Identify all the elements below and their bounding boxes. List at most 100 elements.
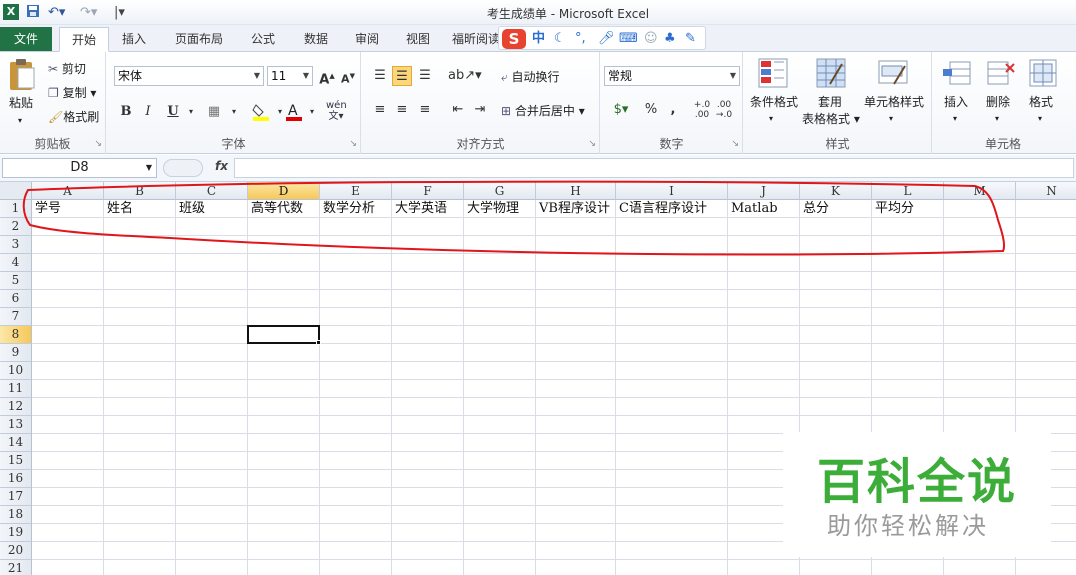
increase-indent-icon[interactable]: ⇥ (470, 100, 490, 120)
fill-handle[interactable] (316, 340, 321, 345)
insert-button[interactable]: 插入 (944, 94, 968, 110)
font-color-icon[interactable]: A (284, 102, 304, 122)
insert-cells-icon[interactable] (942, 58, 972, 91)
grow-font-icon[interactable]: A▲ (317, 66, 337, 87)
number-format-select[interactable]: 常规 ▼ (604, 66, 740, 86)
format-as-table-button[interactable]: 表格格式 ▾ (802, 111, 860, 127)
orientation-icon[interactable]: ab↗▾ (448, 66, 482, 86)
cell-styles-dropdown-icon[interactable]: ▾ (889, 111, 893, 127)
select-all-corner[interactable] (0, 182, 32, 200)
cell-e1[interactable]: 数学分析 (320, 200, 375, 218)
column-header-e[interactable]: E (320, 182, 392, 200)
row-header-9[interactable]: 9 (0, 344, 32, 362)
wrap-text-button[interactable]: ⤶ 自动换行 (501, 69, 560, 85)
align-top-icon[interactable]: ☰ (370, 66, 390, 86)
merge-center-button[interactable]: ⊞ 合并后居中 ▾ (501, 103, 585, 119)
conditional-format-icon[interactable] (758, 58, 788, 91)
row-header-7[interactable]: 7 (0, 308, 32, 326)
cell-styles-button[interactable]: 单元格样式 (864, 94, 924, 110)
delete-cells-icon[interactable] (986, 58, 1016, 91)
tab-file[interactable]: 文件 (0, 27, 52, 51)
cut-button[interactable]: ✂ 剪切 (48, 61, 86, 77)
font-color-dropdown-icon[interactable]: ▾ (302, 102, 322, 122)
row-header-18[interactable]: 18 (0, 506, 32, 524)
conditional-format-dropdown-icon[interactable]: ▾ (769, 111, 773, 127)
row-header-4[interactable]: 4 (0, 254, 32, 272)
percent-button[interactable]: % (641, 100, 661, 120)
cell-b1[interactable]: 姓名 (104, 200, 133, 218)
row-header-1[interactable]: 1 (0, 200, 32, 218)
format-as-table-icon[interactable] (816, 58, 846, 91)
cell-f1[interactable]: 大学英语 (392, 200, 447, 218)
tab-review[interactable]: 审阅 (347, 27, 387, 52)
borders-icon[interactable]: ▦ (204, 102, 224, 122)
row-header-6[interactable]: 6 (0, 290, 32, 308)
format-button[interactable]: 格式 (1029, 94, 1053, 110)
borders-dropdown-icon[interactable]: ▾ (224, 102, 244, 122)
cell-l1[interactable]: 平均分 (872, 200, 914, 218)
tab-home[interactable]: 开始 (59, 27, 109, 52)
moon-icon[interactable]: ☾ (554, 30, 566, 48)
column-header-a[interactable]: A (32, 182, 104, 200)
column-header-d[interactable]: D (248, 182, 320, 200)
insert-dropdown-icon[interactable]: ▾ (953, 111, 957, 127)
column-header-m[interactable]: M (944, 182, 1016, 200)
keyboard-icon[interactable]: ⌨ (619, 30, 638, 48)
column-header-l[interactable]: L (872, 182, 944, 200)
formula-input[interactable] (234, 158, 1074, 178)
row-header-17[interactable]: 17 (0, 488, 32, 506)
cell-g1[interactable]: 大学物理 (464, 200, 519, 218)
row-header-14[interactable]: 14 (0, 434, 32, 452)
underline-button[interactable]: U (163, 102, 183, 122)
format-dropdown-icon[interactable]: ▾ (1038, 111, 1042, 127)
cell-j1[interactable]: Matlab (728, 200, 778, 218)
delete-button[interactable]: 删除 (986, 94, 1010, 110)
font-name-select[interactable]: 宋体 ▼ (114, 66, 264, 86)
alignment-launcher-icon[interactable]: ↘ (588, 139, 596, 149)
active-cell-d8[interactable] (247, 325, 320, 344)
font-size-select[interactable]: 11 ▼ (267, 66, 313, 86)
sogou-logo-icon[interactable]: S (502, 29, 526, 49)
column-header-f[interactable]: F (392, 182, 464, 200)
column-header-n[interactable]: N (1016, 182, 1076, 200)
font-launcher-icon[interactable]: ↘ (349, 139, 357, 149)
cell-k1[interactable]: 总分 (800, 200, 829, 218)
punctuation-icon[interactable]: °, (575, 30, 586, 48)
cell-h1[interactable]: VB程序设计 (536, 200, 610, 218)
copy-button[interactable]: ❐ 复制 ▾ (48, 85, 96, 101)
decrease-decimal-icon[interactable]: .00 →.0 (714, 100, 734, 120)
column-header-j[interactable]: J (728, 182, 800, 200)
column-header-c[interactable]: C (176, 182, 248, 200)
cell-styles-icon[interactable] (878, 58, 908, 91)
row-header-20[interactable]: 20 (0, 542, 32, 560)
delete-dropdown-icon[interactable]: ▾ (995, 111, 999, 127)
wrench-icon[interactable]: ✎ (685, 30, 696, 48)
align-middle-icon[interactable]: ☰ (392, 66, 412, 86)
cell-i1[interactable]: C语言程序设计 (616, 200, 707, 218)
comma-button[interactable]: , (663, 100, 683, 120)
row-header-11[interactable]: 11 (0, 380, 32, 398)
number-launcher-icon[interactable]: ↘ (731, 139, 739, 149)
align-right-icon[interactable]: ≡ (415, 100, 435, 120)
tab-view[interactable]: 视图 (398, 27, 438, 52)
user-icon[interactable]: ☺ (644, 30, 658, 48)
microphone-icon[interactable]: 🎤︎ (598, 30, 615, 48)
row-header-8[interactable]: 8 (0, 326, 32, 344)
paste-icon[interactable] (8, 58, 36, 97)
align-bottom-icon[interactable]: ☰ (415, 66, 435, 86)
bold-button[interactable]: B (116, 102, 136, 122)
column-header-k[interactable]: K (800, 182, 872, 200)
row-header-19[interactable]: 19 (0, 524, 32, 542)
tab-formulas[interactable]: 公式 (243, 27, 283, 52)
cell-c1[interactable]: 班级 (176, 200, 205, 218)
italic-button[interactable]: I (138, 102, 158, 122)
phonetic-guide-icon[interactable]: wén 文▾ (326, 100, 347, 122)
conditional-format-button[interactable]: 条件格式 (750, 94, 798, 110)
cell-d1[interactable]: 高等代数 (248, 200, 303, 218)
insert-function-icon[interactable]: fx (215, 159, 228, 173)
tab-page-layout[interactable]: 页面布局 (168, 27, 230, 52)
column-header-i[interactable]: I (616, 182, 728, 200)
format-as-table-line1[interactable]: 套用 (818, 94, 842, 110)
row-header-2[interactable]: 2 (0, 218, 32, 236)
row-header-16[interactable]: 16 (0, 470, 32, 488)
